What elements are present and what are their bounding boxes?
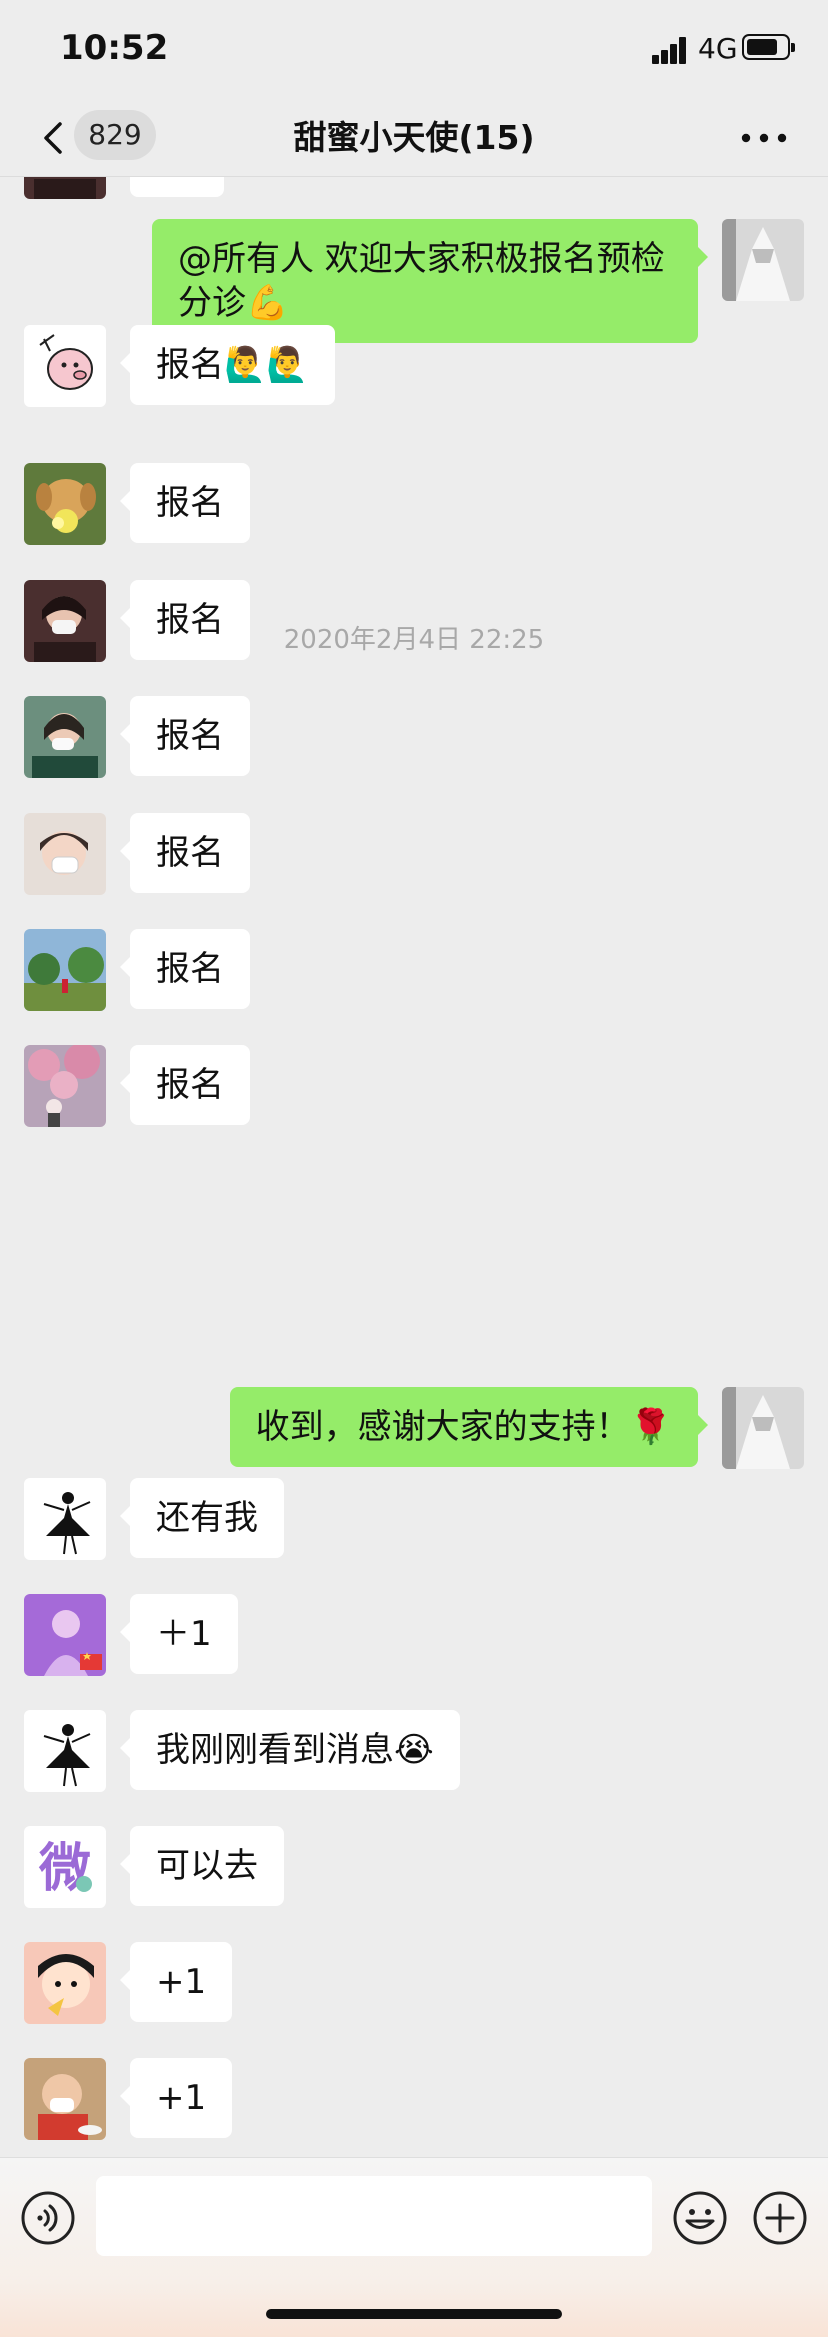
home-indicator bbox=[266, 2309, 562, 2319]
dancer-sketch-avatar[interactable] bbox=[24, 1710, 106, 1792]
dancer-sketch-avatar[interactable] bbox=[24, 1478, 106, 1560]
status-bar: 10:52 4G bbox=[0, 0, 828, 100]
wedding-dress-avatar[interactable] bbox=[722, 219, 804, 301]
girl-mask-avatar[interactable] bbox=[24, 177, 106, 199]
emoji-icon[interactable] bbox=[672, 2190, 728, 2246]
cartoon-girl-avatar[interactable] bbox=[24, 1942, 106, 2024]
received-message-bubble[interactable]: 报名 bbox=[120, 463, 250, 543]
received-message-bubble[interactable]: +1 bbox=[119, 2058, 233, 2138]
received-message-bubble[interactable]: 报名 bbox=[120, 1045, 250, 1125]
plus-icon[interactable] bbox=[752, 2190, 808, 2246]
received-message-bubble[interactable]: 可以去 bbox=[120, 1826, 284, 1906]
pink-blossom-avatar[interactable] bbox=[24, 1045, 106, 1127]
chat-message-list[interactable]: 2020年2月4日 22:23 2020年2月4日 22:25 👏@所有人 欢迎… bbox=[0, 177, 828, 2157]
park-trees-avatar[interactable] bbox=[24, 929, 106, 1011]
received-message-bubble[interactable]: 报名 bbox=[120, 813, 250, 893]
received-message-bubble[interactable]: +1 bbox=[119, 1942, 233, 2022]
received-message-bubble[interactable]: 报名 bbox=[120, 929, 250, 1009]
purple-photo-avatar[interactable] bbox=[24, 1594, 106, 1676]
received-message-bubble[interactable]: 报名 bbox=[120, 696, 250, 776]
girl-glasses-avatar[interactable] bbox=[24, 696, 106, 778]
battery-icon bbox=[742, 34, 795, 60]
nav-bar: 829 甜蜜小天使(15) bbox=[0, 100, 828, 177]
network-type: 4G bbox=[698, 32, 738, 65]
received-message-bubble[interactable]: 👏 bbox=[130, 177, 225, 197]
purple-text-avatar[interactable]: 微 bbox=[24, 1826, 106, 1908]
cartoon-pig-avatar[interactable] bbox=[24, 325, 106, 407]
girl-mask-avatar[interactable] bbox=[24, 580, 106, 662]
received-message-bubble[interactable]: ＋1 bbox=[120, 1594, 238, 1674]
signal-icon bbox=[652, 36, 688, 64]
received-message-bubble[interactable]: 还有我 bbox=[120, 1478, 284, 1558]
child-mask-avatar[interactable] bbox=[24, 813, 106, 895]
dog-flowers-avatar[interactable] bbox=[24, 463, 106, 545]
input-bar bbox=[0, 2157, 828, 2337]
status-time: 10:52 bbox=[60, 28, 169, 68]
back-arrow-icon[interactable] bbox=[34, 118, 74, 158]
received-message-bubble[interactable]: 我刚刚看到消息😭 bbox=[120, 1710, 460, 1790]
received-message-bubble[interactable]: 报名 bbox=[120, 580, 250, 660]
sent-message-bubble[interactable]: 收到，感谢大家的支持！🌹 bbox=[229, 1387, 709, 1467]
message-input[interactable] bbox=[96, 2176, 652, 2256]
received-message-bubble[interactable]: 报名🙋‍♂️🙋‍♂️ bbox=[120, 325, 335, 405]
baby-mask-avatar[interactable] bbox=[24, 2058, 106, 2140]
wedding-dress-avatar[interactable] bbox=[722, 1387, 804, 1469]
voice-input-icon[interactable] bbox=[20, 2190, 76, 2246]
unread-count-badge[interactable]: 829 bbox=[74, 110, 156, 160]
more-options-icon[interactable] bbox=[736, 124, 792, 152]
